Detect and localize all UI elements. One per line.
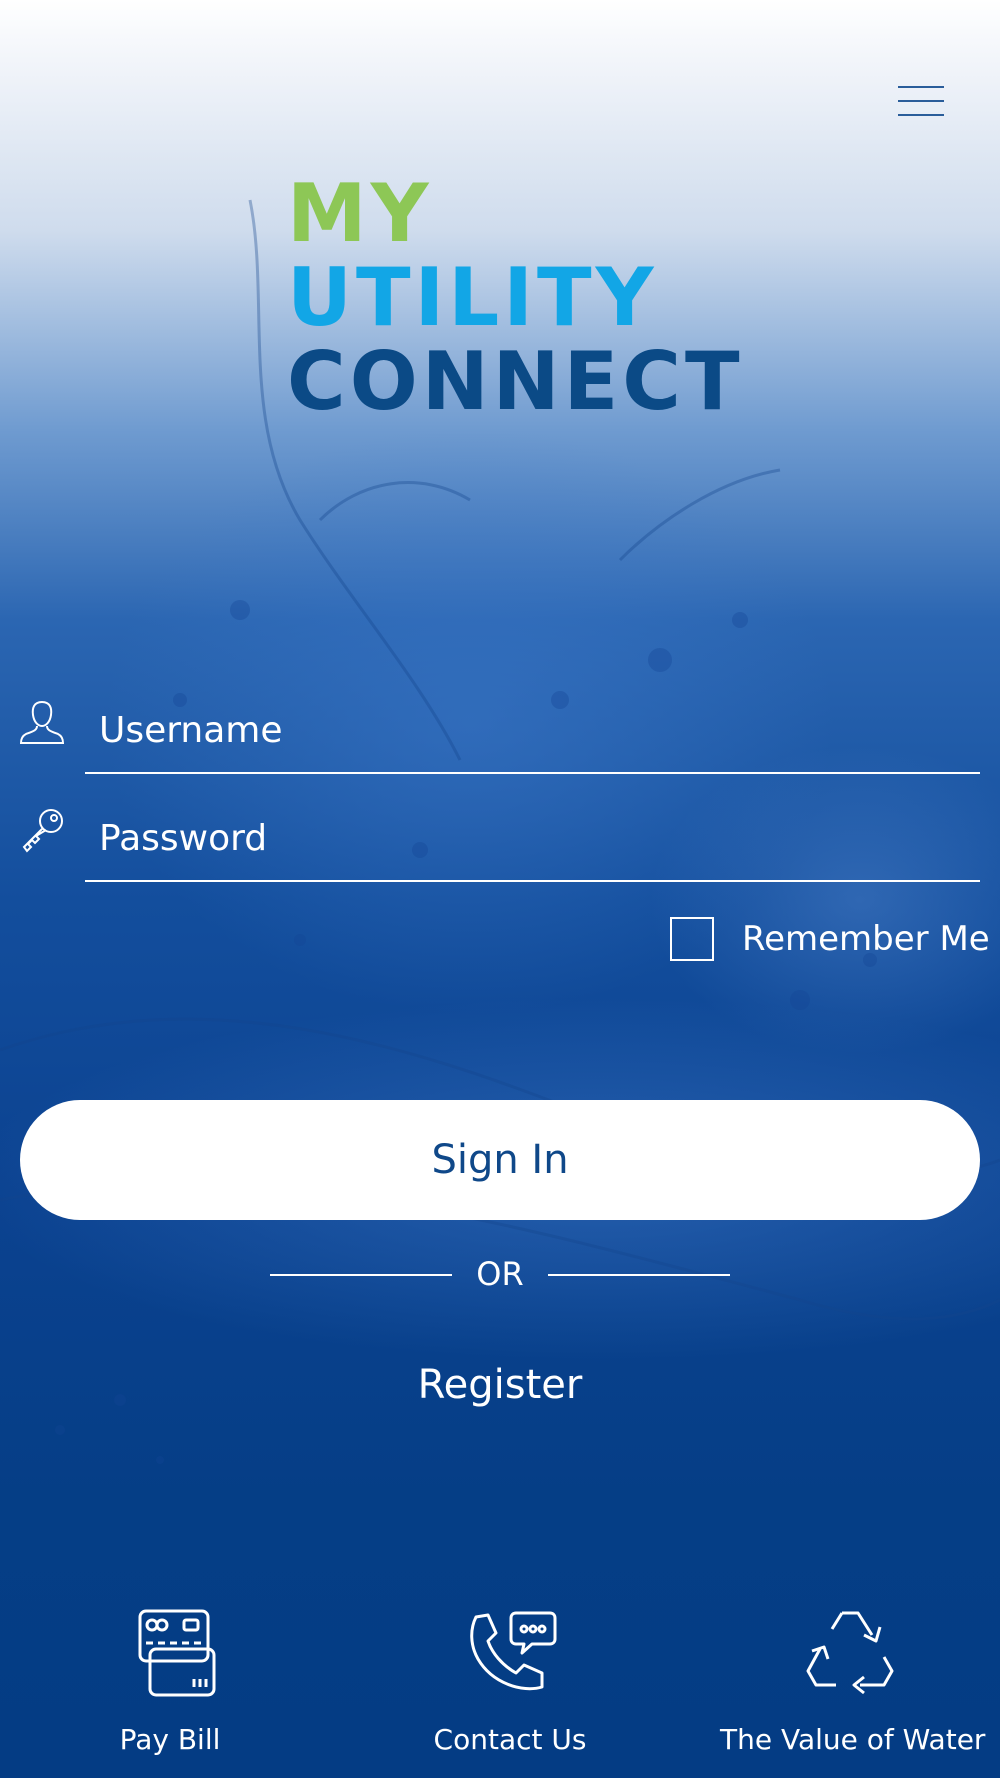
- pay-bill-label: Pay Bill: [119, 1723, 221, 1756]
- username-input[interactable]: [97, 704, 971, 756]
- value-of-water-label: The Value of Water: [720, 1723, 986, 1756]
- remember-me[interactable]: Remember Me: [670, 915, 990, 963]
- pay-bill-button[interactable]: Pay Bill: [110, 1605, 230, 1765]
- logo-line-my: MY: [287, 167, 433, 260]
- logo-line-utility: UTILITY: [287, 251, 658, 344]
- or-divider: OR: [270, 1253, 730, 1297]
- app-logo: MY UTILITY CONNECT: [212, 167, 740, 428]
- recycle-icon: [806, 1611, 894, 1695]
- remember-me-checkbox[interactable]: [670, 917, 714, 961]
- credit-card-icon: [138, 1609, 216, 1697]
- remember-me-label: Remember Me: [742, 919, 990, 959]
- key-icon: [22, 809, 63, 853]
- phone-chat-icon: [470, 1611, 557, 1691]
- user-icon: [19, 700, 65, 744]
- or-divider-line-right: [548, 1274, 730, 1276]
- value-of-water-button[interactable]: The Value of Water: [720, 1605, 986, 1765]
- contact-us-label: Contact Us: [433, 1723, 587, 1756]
- logo-line-connect: CONNECT: [287, 335, 744, 428]
- username-field[interactable]: [85, 692, 980, 774]
- password-input[interactable]: [97, 812, 971, 864]
- sign-in-button[interactable]: Sign In: [20, 1100, 980, 1220]
- password-field[interactable]: [85, 800, 980, 882]
- contact-us-button[interactable]: Contact Us: [430, 1605, 590, 1765]
- hamburger-menu-icon[interactable]: [890, 82, 950, 122]
- register-link[interactable]: Register: [350, 1362, 650, 1418]
